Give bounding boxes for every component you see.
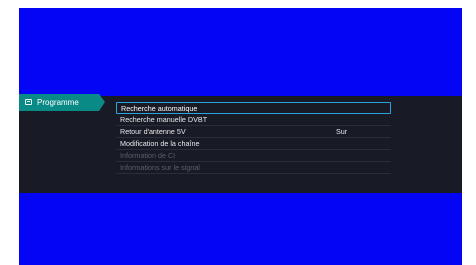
menu-item-antenna-5v[interactable]: Retour d'antenne 5V Sur [116,126,391,138]
programme-menu-list: Recherche automatique Recherche manuelle… [116,102,391,174]
menu-item-label: Informations sur le signal [120,163,200,172]
category-tab-programme[interactable]: Programme [19,94,105,111]
antenna-5v-value: Sur [336,127,348,136]
menu-item-label: Retour d'antenne 5V [120,127,186,136]
menu-item-manual-search-dvbt[interactable]: Recherche manuelle DVBT [116,114,391,126]
menu-item-ci-information: Information de CI [116,150,391,162]
menu-item-channel-edit[interactable]: Modification de la chaîne [116,138,391,150]
menu-item-label: Information de CI [120,151,176,160]
menu-item-label: Recherche manuelle DVBT [120,115,208,124]
menu-item-label: Recherche automatique [121,104,198,113]
menu-item-signal-information: Informations sur le signal [116,162,391,174]
menu-item-label: Modification de la chaîne [120,139,200,148]
channel-list-icon [25,99,32,105]
category-tab-label: Programme [37,98,79,107]
menu-item-auto-search[interactable]: Recherche automatique [116,102,391,114]
tv-screen: Programme Recherche automatique Recherch… [19,8,462,265]
